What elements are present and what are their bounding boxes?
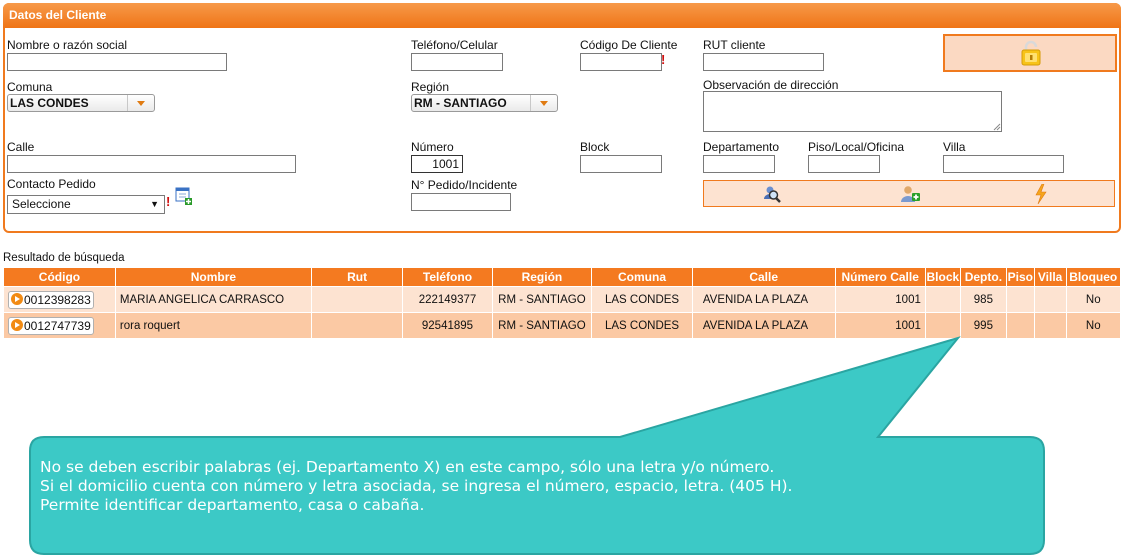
callout-text: No se deben escribir palabras (ej. Depar… — [40, 458, 1040, 515]
callout-line: No se deben escribir palabras (ej. Depar… — [40, 458, 775, 476]
callout-line: Permite identificar departamento, casa o… — [40, 496, 425, 514]
callout-line: Si el domicilio cuenta con número y letr… — [40, 477, 793, 495]
